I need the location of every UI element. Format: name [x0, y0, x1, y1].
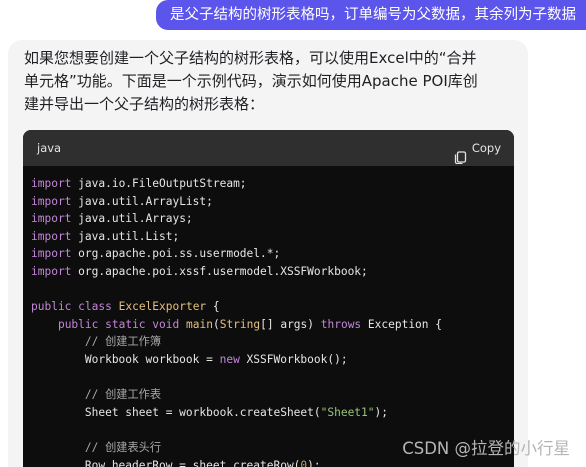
code-token: java.util.ArrayList; [71, 194, 213, 208]
code-block: java Copy import java.io.FileOutputStrea… [23, 130, 514, 467]
code-line: // 创建工作表 [31, 386, 514, 404]
code-language-label: java [37, 141, 62, 155]
code-token: ( [212, 317, 220, 331]
code-token: import [31, 264, 72, 278]
code-line: Sheet sheet = workbook.createSheet("Shee… [31, 404, 514, 422]
code-token: import [31, 194, 72, 208]
code-line: import java.util.List; [31, 228, 514, 246]
code-line: Workbook workbook = new XSSFWorkbook(); [31, 351, 514, 369]
csdn-watermark: CSDN @拉登的小行星 [402, 439, 570, 458]
code-line: import org.apache.poi.ss.usermodel.*; [31, 245, 514, 263]
code-token: java.util.List; [71, 229, 180, 243]
copy-code-button[interactable]: Copy [454, 130, 501, 166]
code-token: org.apache.poi.ss.usermodel.*; [71, 247, 281, 261]
code-line: public static void main(String[] args) t… [31, 316, 514, 334]
code-token: public [57, 317, 99, 331]
code-line: import org.apache.poi.xssf.usermodel.XSS… [31, 263, 514, 281]
code-line: import java.util.ArrayList; [31, 193, 514, 211]
code-token: main [186, 317, 213, 331]
code-line: import java.io.FileOutputStream; [31, 175, 514, 193]
code-token: java.io.FileOutputStream; [71, 177, 247, 190]
code-token: java.util.Arrays; [71, 212, 193, 226]
clipboard-icon [454, 142, 467, 164]
code-token: import [31, 212, 72, 226]
answer-line: 单元格”功能。下面是一个示例代码，演示如何使用Apache POI库创 [24, 72, 478, 90]
code-line: public class ExcelExporter { [31, 298, 514, 316]
assistant-message-bubble: 如果您想要创建一个父子结构的树形表格，可以使用Excel中的“合并 单元格”功能… [8, 40, 528, 467]
code-token: import [31, 177, 72, 190]
code-token: import [31, 229, 72, 243]
code-token: ); [374, 405, 388, 419]
code-token: "Sheet1" [320, 405, 375, 419]
answer-line: 建并导出一个父子结构的树形表格： [24, 95, 265, 113]
code-token: throws [320, 317, 362, 331]
code-token: void [152, 317, 180, 331]
code-token: Workbook workbook = [31, 352, 220, 366]
code-token: org.apache.poi.xssf.usermodel.XSSFWorkbo… [71, 264, 368, 278]
code-token: Row headerRow = sheet.createRow( [31, 458, 301, 467]
code-token: import [31, 247, 72, 261]
code-token: public [31, 300, 72, 314]
assistant-answer-text: 如果您想要创建一个父子结构的树形表格，可以使用Excel中的“合并 单元格”功能… [24, 47, 516, 116]
chat-page: 是父子结构的树形表格吗，订单编号为父数据，其余列为子数据 如果您想要创建一个父子… [0, 0, 586, 467]
code-token: [] args) [260, 317, 321, 331]
code-token: // 创建工作簿 [84, 335, 162, 349]
copy-label: Copy [471, 141, 501, 155]
code-token: // 创建表头行 [84, 440, 162, 454]
code-token: class [78, 300, 112, 314]
code-token: static [105, 317, 146, 331]
code-body: import java.io.FileOutputStream; import j… [23, 166, 514, 467]
code-block-header: java Copy [23, 130, 514, 166]
answer-line: 如果您想要创建一个父子结构的树形表格，可以使用Excel中的“合并 [24, 49, 477, 67]
code-token: Exception { [361, 317, 442, 331]
code-line: import java.util.Arrays; [31, 210, 514, 228]
code-token: // 创建工作表 [84, 388, 162, 402]
code-token: ); [307, 458, 321, 467]
code-token: ExcelExporter [118, 300, 207, 314]
code-token: { [206, 300, 220, 314]
user-message-bubble: 是父子结构的树形表格吗，订单编号为父数据，其余列为子数据 [156, 0, 586, 30]
code-line: // 创建工作簿 [31, 333, 514, 351]
user-message-text: 是父子结构的树形表格吗，订单编号为父数据，其余列为子数据 [170, 7, 576, 23]
code-token: new [219, 352, 240, 366]
code-token: Sheet sheet = workbook.createSheet( [31, 405, 321, 419]
code-token: XSSFWorkbook(); [239, 352, 348, 366]
code-token: String [219, 317, 261, 331]
